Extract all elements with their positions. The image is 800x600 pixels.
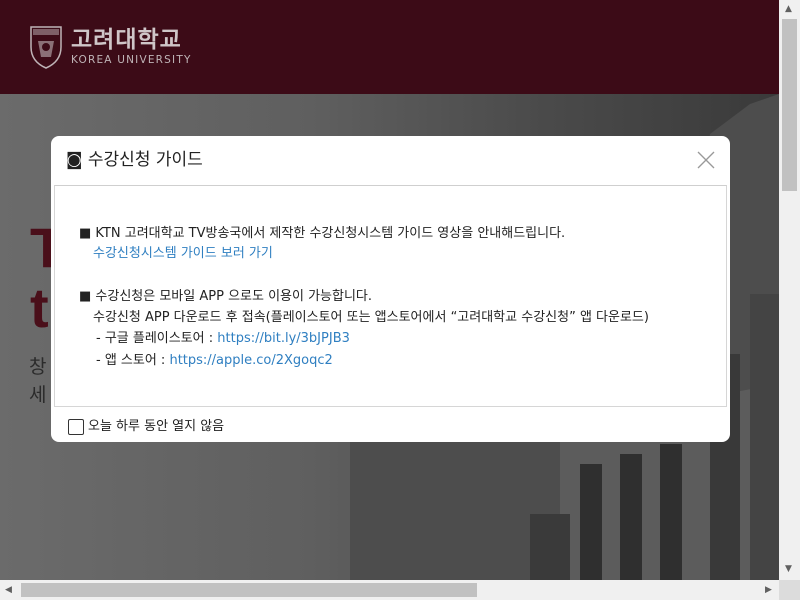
university-logo[interactable]: 고려대학교 KOREA UNIVERSITY bbox=[29, 23, 192, 69]
scroll-left-icon[interactable]: ◀ bbox=[5, 585, 12, 595]
info-app-download: 수강신청 APP 다운로드 후 접속(플레이스토어 또는 앱스토어에서 “고려대… bbox=[93, 310, 649, 325]
google-play-label: - 구글 플레이스토어 : bbox=[96, 331, 218, 346]
site-header: 고려대학교 KOREA UNIVERSITY bbox=[0, 0, 779, 94]
guide-video-link[interactable]: 수강신청시스템 가이드 보러 가기 bbox=[93, 246, 273, 261]
dont-show-today-checkbox[interactable] bbox=[68, 419, 84, 435]
logo-korean-text: 고려대학교 bbox=[71, 27, 182, 53]
scroll-down-icon[interactable]: ▼ bbox=[785, 564, 792, 574]
info-ktn-guide: ■ KTN 고려대학교 TV방송국에서 제작한 수강신청시스템 가이드 영상을 … bbox=[79, 226, 566, 241]
scroll-right-icon[interactable]: ▶ bbox=[765, 585, 772, 595]
close-button[interactable] bbox=[694, 148, 718, 172]
close-icon bbox=[697, 151, 715, 169]
hero-title-line2: t bbox=[30, 276, 49, 339]
scrollbar-corner bbox=[779, 580, 800, 600]
info-mobile-app: ■ 수강신청은 모바일 APP 으로도 이용이 가능합니다. bbox=[79, 289, 373, 304]
registration-guide-modal: ◙ 수강신청 가이드 ■ KTN 고려대학교 TV방송국에서 제작한 수강신청시… bbox=[51, 136, 730, 442]
logo-english-text: KOREA UNIVERSITY bbox=[71, 54, 192, 66]
vertical-scrollbar[interactable]: ▲ ▼ bbox=[779, 0, 800, 580]
google-play-link[interactable]: https://bit.ly/3bJPJB3 bbox=[217, 331, 350, 346]
horizontal-scrollbar[interactable]: ◀ ▶ bbox=[0, 580, 779, 600]
app-store-label: - 앱 스토어 : bbox=[96, 353, 170, 368]
app-store-link[interactable]: https://apple.co/2Xgoqc2 bbox=[169, 353, 332, 368]
modal-header: ◙ 수강신청 가이드 bbox=[51, 136, 730, 184]
modal-footer: 오늘 하루 동안 열지 않음 bbox=[68, 418, 224, 436]
hero-subtitle-line2: 세 bbox=[29, 384, 47, 406]
crest-icon bbox=[30, 26, 62, 69]
hero-subtitle-line1: 창 bbox=[29, 356, 47, 378]
modal-body: ■ KTN 고려대학교 TV방송국에서 제작한 수강신청시스템 가이드 영상을 … bbox=[54, 185, 727, 407]
horizontal-scroll-thumb[interactable] bbox=[21, 583, 477, 597]
dont-show-today-label[interactable]: 오늘 하루 동안 열지 않음 bbox=[88, 418, 224, 436]
scroll-up-icon[interactable]: ▲ bbox=[785, 4, 792, 14]
vertical-scroll-thumb[interactable] bbox=[782, 19, 797, 191]
modal-title: ◙ 수강신청 가이드 bbox=[66, 150, 203, 170]
